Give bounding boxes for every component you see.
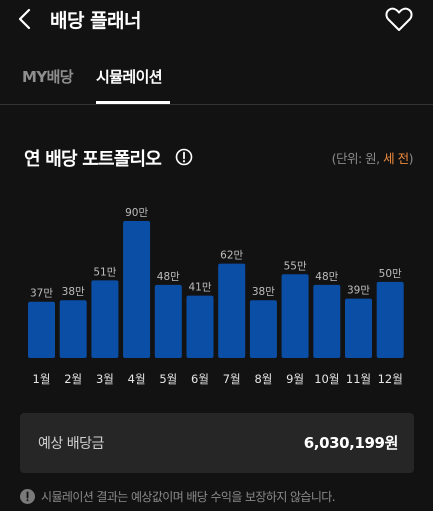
bar-3 (91, 280, 119, 358)
month-label-2: 2월 (64, 372, 82, 386)
expected-dividend-card: 예상 배당금 6,030,199원 (20, 413, 414, 473)
top-bar: 배당 플래너 (0, 0, 433, 42)
value-label-2: 38만 (62, 286, 85, 298)
month-label-10: 10월 (314, 372, 339, 386)
section-title: 연 배당 포트폴리오 (24, 149, 162, 170)
bar-4 (123, 221, 151, 358)
month-label-12: 12월 (378, 372, 403, 386)
alert-circle-icon (20, 489, 35, 504)
bar-6 (186, 295, 214, 358)
value-label-8: 38만 (252, 286, 275, 298)
summary-label: 예상 배당금 (38, 436, 104, 452)
unit-suffix: ) (408, 151, 414, 166)
chevron-left-icon[interactable] (14, 7, 38, 31)
bar-12 (376, 281, 404, 358)
unit-accent: 세 전 (383, 151, 409, 166)
bar-2 (59, 300, 87, 358)
month-label-1: 1월 (33, 372, 51, 386)
value-label-6: 41만 (188, 282, 211, 294)
disclaimer: 시뮬레이션 결과는 예상값이며 배당 수익을 보장하지 않습니다. (20, 487, 420, 507)
value-label-3: 51만 (93, 266, 116, 278)
month-label-4: 4월 (128, 372, 146, 386)
value-label-11: 39만 (347, 285, 370, 297)
value-label-4: 90만 (125, 207, 148, 219)
bar-9 (281, 274, 309, 358)
tab-simulation[interactable]: 시뮬레이션 (96, 66, 163, 87)
value-label-12: 50만 (379, 268, 402, 280)
month-label-3: 3월 (96, 372, 114, 386)
monthly-dividend-chart: 37만 1월 38만 2월 51만 3월 90만 4월 48만 5월 41만 6월 62만 7월 38만 8월… (28, 207, 404, 386)
heart-icon[interactable] (385, 6, 413, 32)
bar-1 (28, 301, 55, 358)
info-circle-icon[interactable] (175, 148, 193, 166)
month-label-9: 9월 (286, 372, 304, 386)
unit-note: (단위: 원, 세 전) (331, 148, 414, 167)
disclaimer-text: 시뮬레이션 결과는 예상값이며 배당 수익을 보장하지 않습니다. (41, 490, 336, 504)
bar-5 (154, 284, 182, 358)
month-label-5: 5월 (159, 372, 177, 386)
tab-bar: MY배당 시뮬레이션 (0, 56, 433, 106)
tab-divider (0, 104, 433, 105)
bar-8 (249, 300, 277, 358)
tab-my-dividend[interactable]: MY배당 (22, 66, 74, 87)
value-label-5: 48만 (157, 271, 180, 283)
summary-value: 6,030,199원 (303, 434, 399, 452)
month-label-11: 11월 (346, 372, 371, 386)
month-label-8: 8월 (254, 372, 272, 386)
value-label-1: 37만 (30, 288, 53, 300)
month-label-7: 7월 (223, 372, 241, 386)
bar-11 (345, 298, 372, 358)
bar-7 (218, 263, 246, 358)
bar-10 (313, 284, 341, 358)
page-title: 배당 플래너 (50, 10, 142, 32)
month-label-6: 6월 (191, 372, 209, 386)
value-label-9: 55만 (284, 260, 307, 272)
value-label-10: 48만 (315, 271, 338, 283)
value-label-7: 62만 (220, 250, 243, 262)
unit-prefix: (단위: 원, (331, 151, 384, 166)
